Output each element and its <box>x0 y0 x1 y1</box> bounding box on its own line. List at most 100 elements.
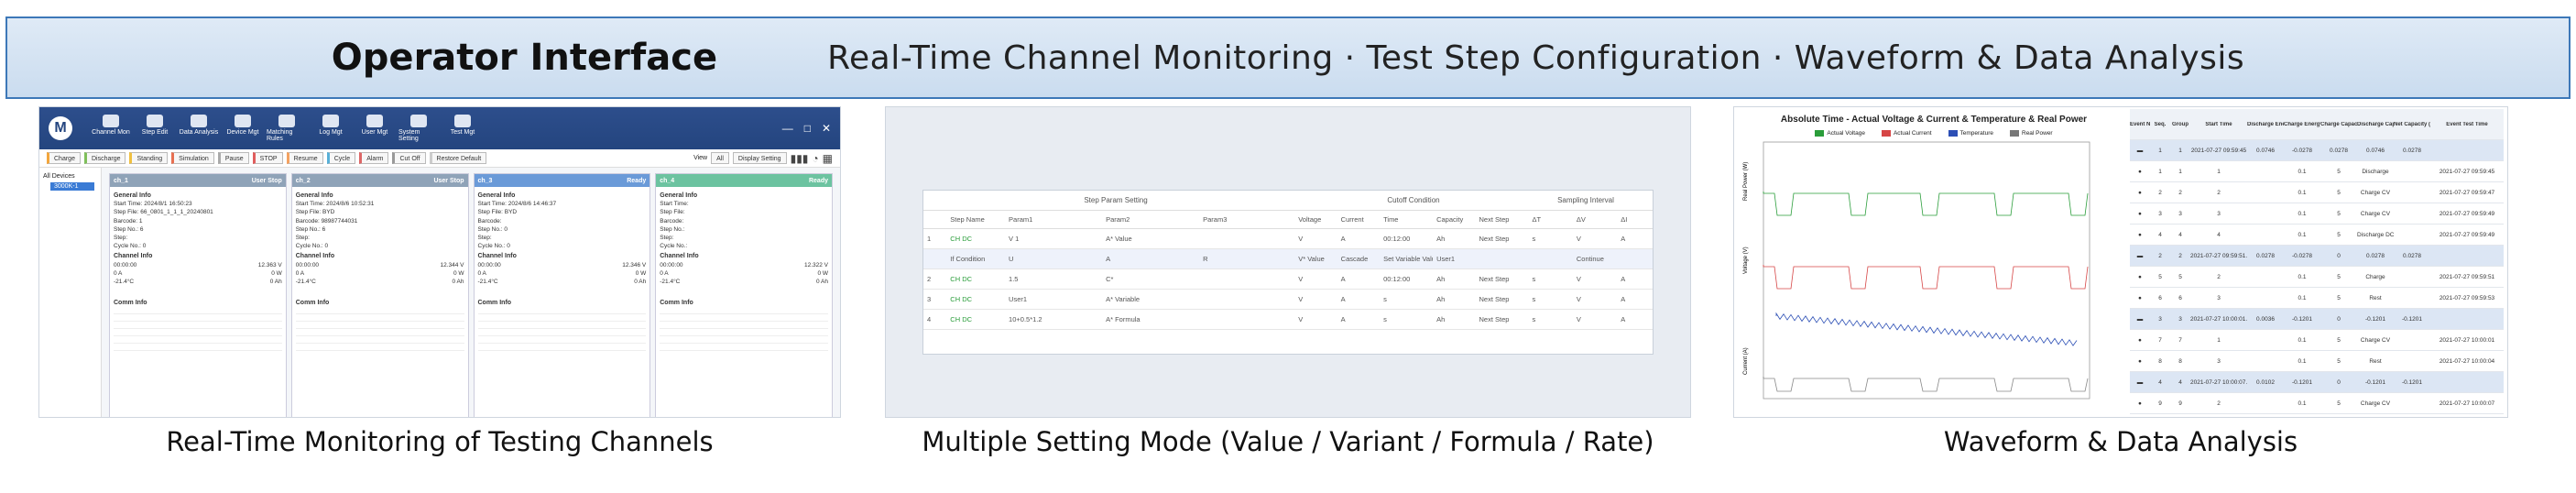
minimize-button[interactable]: — <box>782 122 793 135</box>
event-row[interactable]: ▬ 2 2 2021-07-27 09:59:51.774 0.0278 -0.0278 0… <box>2130 246 2504 267</box>
step-cell[interactable]: A <box>1102 255 1199 263</box>
toolbar-button[interactable]: Cycle <box>326 152 356 164</box>
event-row[interactable]: ●101030.15Rest2021-07-27 10:00:09 <box>2130 414 2504 417</box>
bell-icon[interactable]: ◔ <box>812 152 818 165</box>
step-row[interactable]: 3 CH DC User1 A* Variable V As Ah Next Step s V A <box>923 290 1653 310</box>
step-cell[interactable]: 1.5 <box>1005 275 1102 283</box>
step-cell[interactable]: R <box>1199 255 1294 263</box>
step-cell[interactable]: If Condition <box>946 255 1005 263</box>
step-cell[interactable]: 10+0.5*1.2 <box>1005 315 1102 323</box>
step-cell[interactable]: A <box>1617 315 1653 323</box>
step-cell[interactable]: A* Value <box>1102 235 1199 243</box>
step-cell[interactable]: Ah <box>1433 275 1475 283</box>
close-button[interactable]: ✕ <box>822 122 831 135</box>
step-cell[interactable]: V <box>1573 295 1617 303</box>
event-row[interactable]: ● 9 9 2 0.1 5 Charge CV 2021-07-27 10:00:07 <box>2130 393 2504 414</box>
toolbar-button[interactable]: Simulation <box>171 152 214 164</box>
event-row[interactable]: ● 3 3 3 0.1 5 Charge CV 2021-07-27 09:59:49 <box>2130 203 2504 225</box>
event-row[interactable]: ● 6 6 3 0.1 5 Rest 2021-07-27 09:59:53 <box>2130 288 2504 309</box>
step-cell[interactable]: CH DC <box>946 295 1005 303</box>
nav-item[interactable]: Test Mgt <box>442 115 483 142</box>
step-cell[interactable]: C* <box>1102 275 1199 283</box>
event-row[interactable]: ▬ 4 4 2021-07-27 10:00:07.222 0.0102 -0.1201 0… <box>2130 372 2504 393</box>
step-cell[interactable]: Ah <box>1433 295 1475 303</box>
step-cell[interactable]: s <box>1380 315 1433 323</box>
channel-card[interactable]: ch_4 Ready General Info Start Time: Step Fil… <box>655 173 833 417</box>
step-cell[interactable]: A <box>1337 295 1380 303</box>
channel-card[interactable]: ch_3 Ready General Info Start Time: 2024/8/… <box>473 173 651 417</box>
channel-card[interactable]: ch_1 User Stop General Info Start Time: 202… <box>109 173 287 417</box>
step-cell[interactable]: V <box>1294 235 1337 243</box>
event-row[interactable]: ● 8 8 3 0.1 5 Rest 2021-07-27 10:00:04 <box>2130 351 2504 372</box>
step-cell[interactable]: User1 <box>1433 255 1475 263</box>
event-row[interactable]: ● 2 2 2 0.1 5 Charge CV 2021-07-27 09:59:47 <box>2130 182 2504 203</box>
step-cell[interactable]: A <box>1337 315 1380 323</box>
step-cell[interactable]: A <box>1617 295 1653 303</box>
tree-root[interactable]: All Devices <box>43 173 97 180</box>
step-cell[interactable]: Next Step <box>1476 315 1529 323</box>
step-cell[interactable]: V* Value <box>1294 255 1337 263</box>
step-cell[interactable]: Next Step <box>1476 295 1529 303</box>
channel-card[interactable]: ch_2 User Stop General Info Start Time: 202… <box>290 173 469 417</box>
toolbar-button[interactable]: Cut Off <box>392 152 426 164</box>
step-cell[interactable]: s <box>1380 295 1433 303</box>
step-row[interactable]: 2 CH DC 1.5 C* V A 00:12:00 Ah Next Step s V A <box>923 269 1653 290</box>
step-cell[interactable]: CH DC <box>946 235 1005 243</box>
view-select[interactable]: All <box>711 152 729 164</box>
nav-item[interactable]: System Setting <box>398 115 439 142</box>
step-cell[interactable]: A* Formula <box>1102 315 1199 323</box>
toolbar-button[interactable]: Restore Default <box>429 152 487 164</box>
step-cell[interactable]: V <box>1294 315 1337 323</box>
chart-icon[interactable]: ▮▮▮ <box>791 152 809 165</box>
step-cell[interactable]: Ah <box>1433 315 1475 323</box>
step-cell[interactable]: CH DC <box>946 275 1005 283</box>
toolbar-button[interactable]: STOP <box>252 152 283 164</box>
toolbar-button[interactable]: Standing <box>129 152 169 164</box>
step-cell[interactable]: V <box>1573 235 1617 243</box>
step-cell[interactable]: U <box>1005 255 1102 263</box>
step-cell[interactable]: V <box>1573 275 1617 283</box>
step-cell[interactable]: A <box>1337 275 1380 283</box>
tree-device[interactable]: 3000K-1 <box>50 182 94 191</box>
step-cell[interactable]: V <box>1294 295 1337 303</box>
step-cell[interactable]: Ah <box>1433 235 1475 243</box>
step-cell[interactable]: s <box>1529 235 1573 243</box>
event-row[interactable]: ▬ 3 3 2021-07-27 10:00:01.263 0.0036 -0.1201 0… <box>2130 309 2504 330</box>
toolbar-button[interactable]: Discharge <box>83 152 126 164</box>
toolbar-button[interactable]: Pause <box>217 152 249 164</box>
nav-item[interactable]: Step Edit <box>135 115 175 142</box>
step-cell[interactable]: V <box>1294 275 1337 283</box>
step-cell[interactable]: 00:12:00 <box>1380 275 1433 283</box>
step-cell[interactable]: Set Variable Value <box>1380 255 1433 263</box>
step-row[interactable]: 1 CH DC V 1 A* Value V A 00:12:00 Ah Next Step s V… <box>923 229 1653 249</box>
step-cell[interactable]: CH DC <box>946 315 1005 323</box>
nav-item[interactable]: Data Analysis <box>179 115 219 142</box>
maximize-button[interactable]: □ <box>804 122 811 135</box>
toolbar-button[interactable]: Charge <box>47 152 81 164</box>
step-cell[interactable]: s <box>1529 275 1573 283</box>
step-cell[interactable]: V <box>1573 315 1617 323</box>
nav-item[interactable]: Device Mgt <box>223 115 263 142</box>
nav-item[interactable]: Channel Mon <box>91 115 131 142</box>
grid-icon[interactable]: ▦ <box>823 152 833 165</box>
toolbar-button[interactable]: Resume <box>286 152 323 164</box>
step-cell[interactable]: Continue <box>1573 255 1617 263</box>
step-row[interactable]: 4 CH DC 10+0.5*1.2 A* Formula V As Ah Next Step… <box>923 310 1653 330</box>
step-cell[interactable]: V 1 <box>1005 235 1102 243</box>
event-row[interactable]: ▬ 1 1 2021-07-27 09:59:45 0.0746 -0.0278 0.027… <box>2130 140 2504 161</box>
nav-item[interactable]: Matching Rules <box>267 115 307 142</box>
step-cell[interactable]: Cascade <box>1337 255 1380 263</box>
event-row[interactable]: ● 4 4 4 0.1 5 Discharge DC 2021-07-27 09:59:49 <box>2130 225 2504 246</box>
display-setting-button[interactable]: Display Setting <box>732 152 787 164</box>
step-cell[interactable]: A* Variable <box>1102 295 1199 303</box>
step-cell[interactable]: A <box>1617 275 1653 283</box>
step-cell[interactable]: Next Step <box>1476 235 1529 243</box>
step-cell[interactable]: Next Step <box>1476 275 1529 283</box>
step-cell[interactable]: s <box>1529 295 1573 303</box>
step-cell[interactable]: s <box>1529 315 1573 323</box>
event-row[interactable]: ● 1 1 1 0.1 5 Discharge 2021-07-27 09:59:45 <box>2130 161 2504 182</box>
toolbar-button[interactable]: Alarm <box>359 152 389 164</box>
step-cell[interactable]: A <box>1337 235 1380 243</box>
step-cell[interactable]: User1 <box>1005 295 1102 303</box>
step-cell[interactable]: 00:12:00 <box>1380 235 1433 243</box>
